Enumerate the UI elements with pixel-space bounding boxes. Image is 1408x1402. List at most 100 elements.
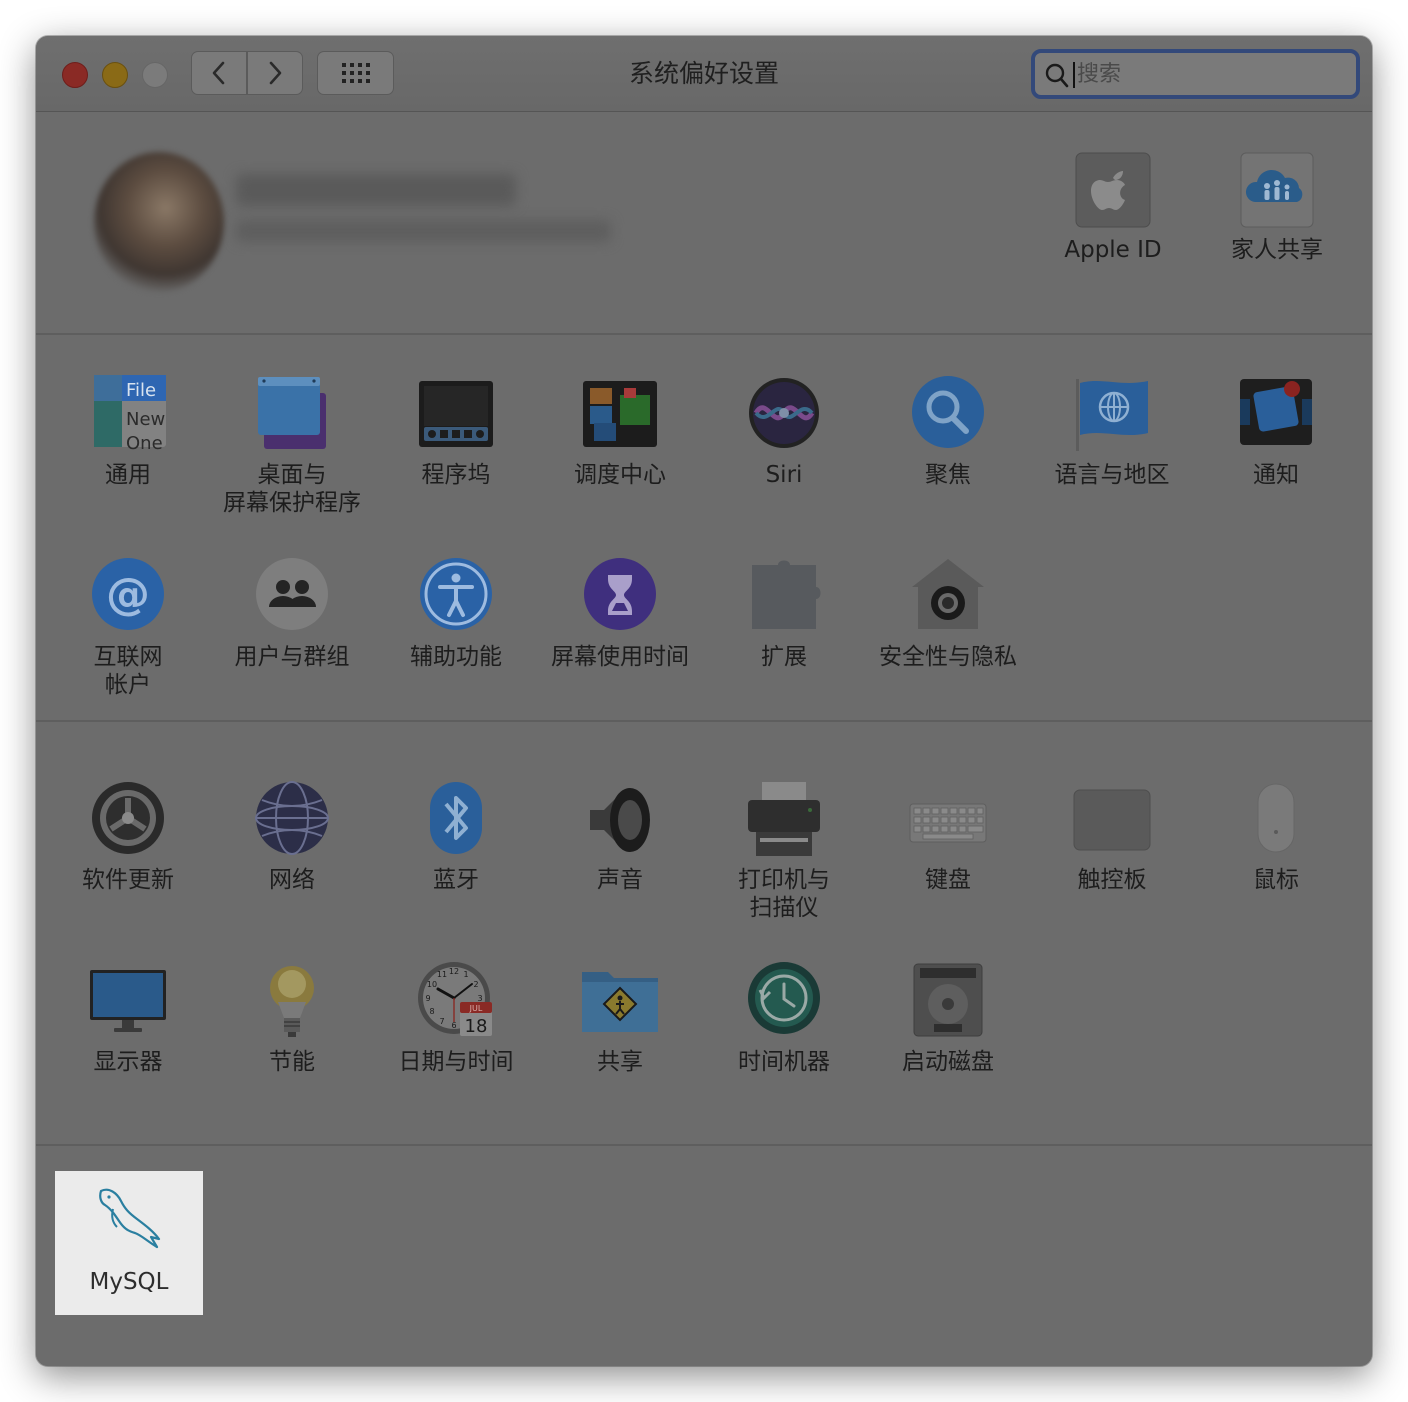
pane-label: 用户与群组 [234, 644, 350, 670]
accessibility-icon [416, 557, 496, 637]
pane-security-privacy[interactable]: 安全性与隐私 [866, 557, 1030, 671]
pane-label: 网络 [269, 867, 315, 893]
pane-label: 触控板 [1077, 867, 1147, 893]
pane-label: 通知 [1253, 462, 1299, 488]
clock-num-3: 3 [477, 994, 482, 1003]
pane-label: 蓝牙 [433, 867, 479, 893]
pane-extensions[interactable]: 扩展 [702, 557, 866, 671]
pane-bluetooth[interactable]: 蓝牙 [374, 780, 538, 894]
pane-label: 辅助功能 [410, 644, 502, 670]
pane-trackpad[interactable]: 触控板 [1030, 780, 1194, 894]
pane-network[interactable]: 网络 [210, 780, 374, 894]
pane-dock[interactable]: 程序坞 [374, 375, 538, 489]
pane-internet-accounts[interactable]: @ 互联网 帐户 [46, 557, 210, 699]
pane-siri[interactable]: Siri [702, 375, 866, 489]
mission-control-icon [580, 375, 660, 455]
siri-icon [744, 375, 824, 455]
pane-screen-time[interactable]: 屏幕使用时间 [538, 557, 702, 671]
other-preferences-section: MySQL [36, 1146, 1372, 1366]
pane-label: 扩展 [761, 644, 807, 670]
pane-startup-disk[interactable]: 启动磁盘 [866, 962, 1030, 1076]
show-all-button[interactable] [317, 51, 394, 95]
pane-keyboard[interactable]: 键盘 [866, 780, 1030, 894]
pane-mouse[interactable]: 鼠标 [1194, 780, 1358, 894]
pane-date-time[interactable]: 12 11 1 10 2 9 3 8 7 6 5 4 [374, 962, 538, 1076]
general-icon-one-text: One [126, 433, 163, 454]
mysql-dolphin-icon [93, 1183, 165, 1255]
close-button[interactable] [62, 62, 88, 88]
pane-label: 鼠标 [1253, 867, 1299, 893]
back-button[interactable] [191, 51, 247, 95]
pane-label: 桌面与 屏幕保护程序 [223, 462, 361, 516]
pane-displays[interactable]: 显示器 [46, 962, 210, 1076]
pane-label: 日期与时间 [398, 1049, 514, 1075]
spotlight-icon [908, 375, 988, 455]
avatar[interactable] [94, 152, 224, 292]
keyboard-icon [908, 780, 988, 860]
pane-sound[interactable]: 声音 [538, 780, 702, 894]
dock-icon [416, 375, 496, 455]
bluetooth-icon [416, 780, 496, 860]
at-sign-icon: @ [88, 557, 168, 637]
pane-label: Siri [765, 462, 803, 488]
forward-button[interactable] [247, 51, 303, 95]
security-house-icon [908, 557, 988, 637]
general-icon-file-text: File [126, 380, 156, 401]
pane-desktop-screensaver[interactable]: 桌面与 屏幕保护程序 [210, 375, 374, 517]
search-field[interactable] [1031, 49, 1360, 99]
search-input[interactable] [1077, 59, 1347, 89]
pane-label: 共享 [597, 1049, 643, 1075]
account-name-blurred [236, 174, 516, 206]
pane-label: 启动磁盘 [902, 1049, 994, 1075]
clock-num-10: 10 [427, 980, 437, 989]
pane-general[interactable]: File New One 通用 [46, 375, 210, 489]
personal-preferences-section: File New One 通用 桌面与 屏幕保护程序 程序坞 调度中心 Siri… [36, 335, 1372, 722]
clock-num-8: 8 [429, 1007, 434, 1016]
pane-label: 键盘 [925, 867, 971, 893]
sharing-folder-icon [580, 962, 660, 1042]
clock-num-6: 6 [451, 1021, 456, 1030]
pane-label: 互联网 帐户 [93, 644, 163, 698]
language-region-icon [1072, 375, 1152, 455]
pane-printers-scanners[interactable]: 打印机与 扫描仪 [702, 780, 866, 922]
pane-energy-saver[interactable]: 节能 [210, 962, 374, 1076]
general-icon: File New One [88, 375, 168, 455]
gear-icon [88, 780, 168, 860]
apple-logo-icon [1073, 150, 1153, 230]
pane-family-sharing[interactable]: 家人共享 [1195, 150, 1359, 264]
clock-calendar-icon: 12 11 1 10 2 9 3 8 7 6 5 4 [416, 962, 496, 1042]
pane-label: 节能 [269, 1049, 315, 1075]
pane-spotlight[interactable]: 聚焦 [866, 375, 1030, 489]
mouse-icon [1236, 780, 1316, 860]
pane-language-region[interactable]: 语言与地区 [1030, 375, 1194, 489]
search-icon [1045, 63, 1069, 88]
pane-label: MySQL [89, 1269, 169, 1295]
pane-users-groups[interactable]: 用户与群组 [210, 557, 374, 671]
puzzle-piece-icon [744, 557, 824, 637]
pane-label: 家人共享 [1231, 237, 1323, 263]
pane-software-update[interactable]: 软件更新 [46, 780, 210, 894]
clock-num-11: 11 [437, 970, 447, 979]
pane-sharing[interactable]: 共享 [538, 962, 702, 1076]
account-subtitle-blurred [236, 220, 611, 242]
pane-accessibility[interactable]: 辅助功能 [374, 557, 538, 671]
clock-num-1: 1 [463, 970, 468, 979]
pane-label: 打印机与 扫描仪 [738, 867, 830, 921]
pane-mysql[interactable]: MySQL [55, 1171, 203, 1315]
pane-apple-id[interactable]: Apple ID [1031, 150, 1195, 264]
display-monitor-icon [88, 962, 168, 1042]
pane-label: 调度中心 [574, 462, 666, 488]
pane-label: 程序坞 [421, 462, 491, 488]
pane-label: 聚焦 [925, 462, 971, 488]
hourglass-icon [580, 557, 660, 637]
svg-text:@: @ [106, 569, 150, 620]
pane-notifications[interactable]: 通知 [1194, 375, 1358, 489]
minimize-button[interactable] [102, 62, 128, 88]
zoom-button[interactable] [142, 62, 168, 88]
chevron-left-icon [212, 61, 225, 85]
users-groups-icon [252, 557, 332, 637]
pane-label: 时间机器 [738, 1049, 830, 1075]
pane-time-machine[interactable]: 时间机器 [702, 962, 866, 1076]
pane-mission-control[interactable]: 调度中心 [538, 375, 702, 489]
clock-num-9: 9 [425, 994, 430, 1003]
